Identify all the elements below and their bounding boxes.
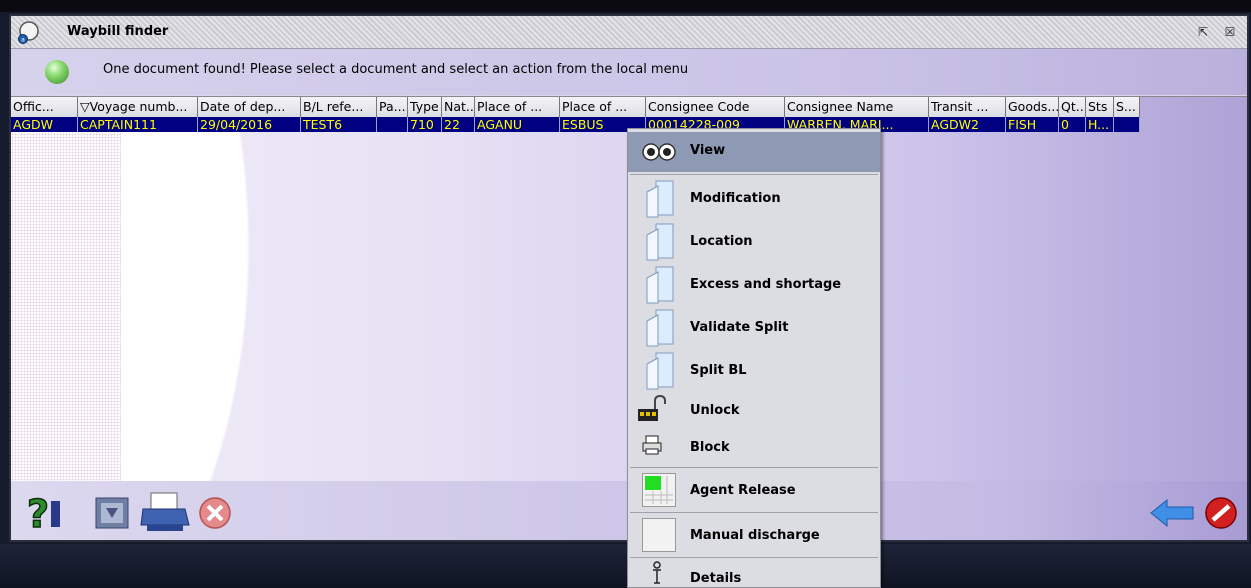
menu-separator [630, 467, 878, 468]
menu-item-label: Modification [690, 191, 781, 206]
menu-item-modification[interactable]: Modification [628, 177, 880, 220]
folder-icon [646, 180, 674, 218]
cell-nature[interactable]: 22 [442, 117, 475, 132]
pin-icon [653, 561, 661, 584]
cell-voyage-number[interactable]: CAPTAIN111 [78, 117, 198, 132]
blank-square-icon [642, 518, 676, 552]
menu-item-label: Excess and shortage [690, 277, 842, 292]
menu-item-label: View [690, 143, 726, 158]
col-header-office[interactable]: Offic... [11, 97, 78, 117]
col-header-date-of-departure[interactable]: Date of dep... [198, 97, 301, 117]
cell-office[interactable]: AGDW [11, 117, 78, 132]
menu-item-split-bl[interactable]: Split BL [628, 349, 880, 392]
menu-separator [630, 174, 878, 175]
col-header-goods[interactable]: Goods... [1006, 97, 1059, 117]
col-header-place-of-destination[interactable]: Place of ... [560, 97, 646, 117]
folder-icon [646, 309, 674, 347]
help-icon[interactable]: ? [25, 493, 65, 533]
folder-icon [646, 352, 674, 390]
col-header-type[interactable]: Type [408, 97, 442, 117]
menu-item-label: Manual discharge [690, 528, 820, 543]
col-header-transit[interactable]: Transit ... [929, 97, 1006, 117]
magnifier-app-icon: a [18, 21, 39, 44]
cell-pa[interactable] [377, 117, 408, 132]
menu-item-validate-split[interactable]: Validate Split [628, 306, 880, 349]
folder-icon [646, 266, 674, 304]
padlock-open-icon [638, 395, 666, 421]
cell-goods[interactable]: FISH [1006, 117, 1059, 132]
menu-separator [630, 512, 878, 513]
col-header-place-of-loading[interactable]: Place of ... [475, 97, 560, 117]
cell-type[interactable]: 710 [408, 117, 442, 132]
menu-item-label: Split BL [690, 363, 747, 378]
menu-item-label: Details [690, 571, 742, 586]
menu-item-label: Unlock [690, 403, 740, 418]
cell-status[interactable]: H... [1086, 117, 1114, 132]
col-header-status[interactable]: Sts [1086, 97, 1114, 117]
cell-transit[interactable]: AGDW2 [929, 117, 1006, 132]
menu-separator [630, 557, 878, 558]
cell-date-of-departure[interactable]: 29/04/2016 [198, 117, 301, 132]
decor-dots [11, 97, 121, 481]
col-header-bl-reference[interactable]: B/L refe... [301, 97, 377, 117]
status-message: One document found! Please select a docu… [103, 62, 689, 77]
menu-item-label: Agent Release [690, 483, 796, 498]
svg-text:?: ? [27, 493, 49, 533]
col-header-voyage-number[interactable]: ▽Voyage numb... [78, 97, 198, 117]
menu-item-unlock[interactable]: Unlock [628, 392, 880, 428]
col-header-consignee-name[interactable]: Consignee Name [785, 97, 929, 117]
menu-item-label: Validate Split [690, 320, 789, 335]
menu-item-label: Block [690, 440, 730, 455]
menu-item-details[interactable]: Details [628, 559, 880, 587]
menu-item-manual-discharge[interactable]: Manual discharge [628, 514, 880, 556]
col-header-consignee-code[interactable]: Consignee Code [646, 97, 785, 117]
title-bar[interactable]: a Waybill finder ⇱ ☒ [11, 16, 1247, 49]
close-window-button[interactable]: ☒ [1221, 23, 1239, 41]
back-arrow-icon[interactable] [1149, 497, 1195, 529]
status-light-icon [45, 60, 69, 84]
desktop-top-band [0, 0, 1251, 12]
menu-item-view[interactable]: View [628, 132, 880, 172]
col-header-nature[interactable]: Nat... [442, 97, 475, 117]
print-icon[interactable] [139, 491, 191, 533]
cell-quantity[interactable]: 0 [1059, 117, 1086, 132]
svg-text:a: a [21, 37, 25, 44]
menu-item-label: Location [690, 234, 753, 249]
message-bar: One document found! Please select a docu… [11, 49, 1247, 95]
col-header-pa[interactable]: Pa... [377, 97, 408, 117]
printer-block-icon [642, 435, 662, 455]
maximize-button[interactable]: ⇱ [1194, 23, 1212, 41]
table-header: Offic... ▽Voyage numb... Date of dep... … [11, 97, 1247, 117]
context-menu: View Modification Location Excess and sh… [627, 128, 881, 588]
col-header-quantity[interactable]: Qt... [1059, 97, 1086, 117]
green-grid-icon [642, 473, 676, 507]
menu-item-excess-and-shortage[interactable]: Excess and shortage [628, 263, 880, 306]
cell-bl-reference[interactable]: TEST6 [301, 117, 377, 132]
cell-place-of-loading[interactable]: AGANU [475, 117, 560, 132]
folder-icon [646, 223, 674, 261]
desktop-bottom-band [0, 544, 1251, 588]
window-title: Waybill finder [67, 24, 169, 39]
col-header-s[interactable]: S... [1114, 97, 1140, 117]
menu-item-agent-release[interactable]: Agent Release [628, 469, 880, 511]
stop-icon[interactable] [1203, 495, 1239, 531]
menu-item-block[interactable]: Block [628, 428, 880, 467]
eyes-icon [642, 143, 676, 161]
menu-item-location[interactable]: Location [628, 220, 880, 263]
export-icon[interactable] [95, 497, 129, 529]
cancel-icon[interactable] [197, 495, 233, 531]
cell-s[interactable] [1114, 117, 1140, 132]
